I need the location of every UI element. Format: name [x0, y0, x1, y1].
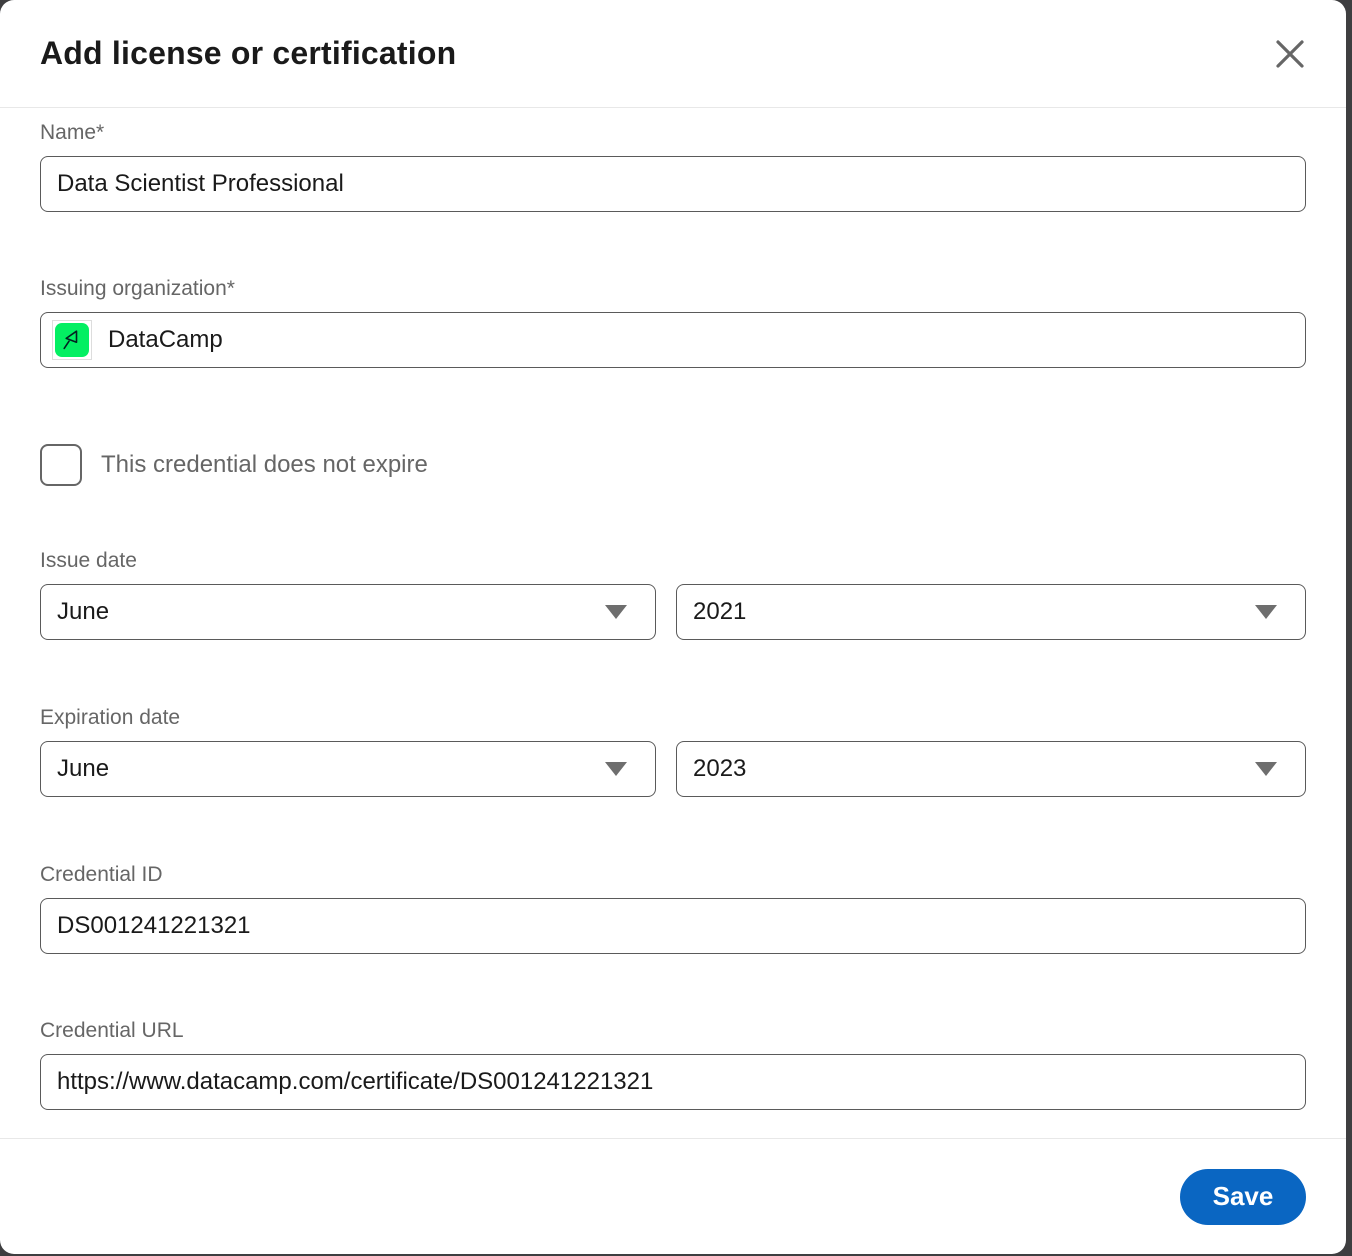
modal-footer: Save — [0, 1138, 1346, 1254]
expiration-date-row: June 2023 — [40, 741, 1306, 797]
issuing-org-field-group: Issuing organization* — [40, 276, 1306, 368]
expiration-date-field-group: Expiration date June 2023 — [40, 705, 1306, 797]
chevron-down-icon — [605, 605, 627, 619]
no-expire-checkbox[interactable] — [40, 444, 82, 486]
datacamp-flag-icon — [55, 323, 89, 357]
close-button[interactable] — [1262, 26, 1318, 82]
issuing-org-label: Issuing organization* — [40, 276, 1306, 302]
credential-url-label: Credential URL — [40, 1018, 1306, 1044]
name-field-group: Name* — [40, 120, 1306, 212]
close-icon — [1273, 37, 1307, 71]
modal-title: Add license or certification — [40, 35, 1262, 72]
expiration-year-value: 2023 — [693, 755, 1255, 783]
credential-id-input[interactable] — [40, 898, 1306, 954]
add-license-modal: Add license or certification Name* Issui… — [0, 0, 1346, 1254]
issue-month-value: June — [57, 598, 605, 626]
credential-id-field-group: Credential ID — [40, 862, 1306, 954]
modal-body: Name* Issuing organization* — [0, 108, 1346, 1138]
name-input[interactable] — [40, 156, 1306, 212]
issue-month-dropdown[interactable]: June — [40, 584, 656, 640]
chevron-down-icon — [1255, 605, 1277, 619]
expiration-year-dropdown[interactable]: 2023 — [676, 741, 1306, 797]
expiration-month-value: June — [57, 755, 605, 783]
issue-year-value: 2021 — [693, 598, 1255, 626]
modal-header: Add license or certification — [0, 0, 1346, 108]
credential-id-label: Credential ID — [40, 862, 1306, 888]
issue-date-label: Issue date — [40, 548, 1306, 574]
credential-url-input[interactable] — [40, 1054, 1306, 1110]
save-button[interactable]: Save — [1180, 1169, 1306, 1225]
issue-date-row: June 2021 — [40, 584, 1306, 640]
issuing-org-input[interactable] — [108, 326, 1289, 354]
issue-date-field-group: Issue date June 2021 — [40, 548, 1306, 640]
chevron-down-icon — [605, 762, 627, 776]
credential-url-field-group: Credential URL — [40, 1018, 1306, 1110]
issue-year-dropdown[interactable]: 2021 — [676, 584, 1306, 640]
chevron-down-icon — [1255, 762, 1277, 776]
org-logo-frame — [52, 320, 92, 360]
expiration-month-dropdown[interactable]: June — [40, 741, 656, 797]
no-expire-checkbox-row: This credential does not expire — [40, 444, 1306, 486]
name-label: Name* — [40, 120, 1306, 146]
expiration-date-label: Expiration date — [40, 705, 1306, 731]
issuing-org-input-wrap[interactable] — [40, 312, 1306, 368]
no-expire-checkbox-label[interactable]: This credential does not expire — [101, 451, 428, 479]
